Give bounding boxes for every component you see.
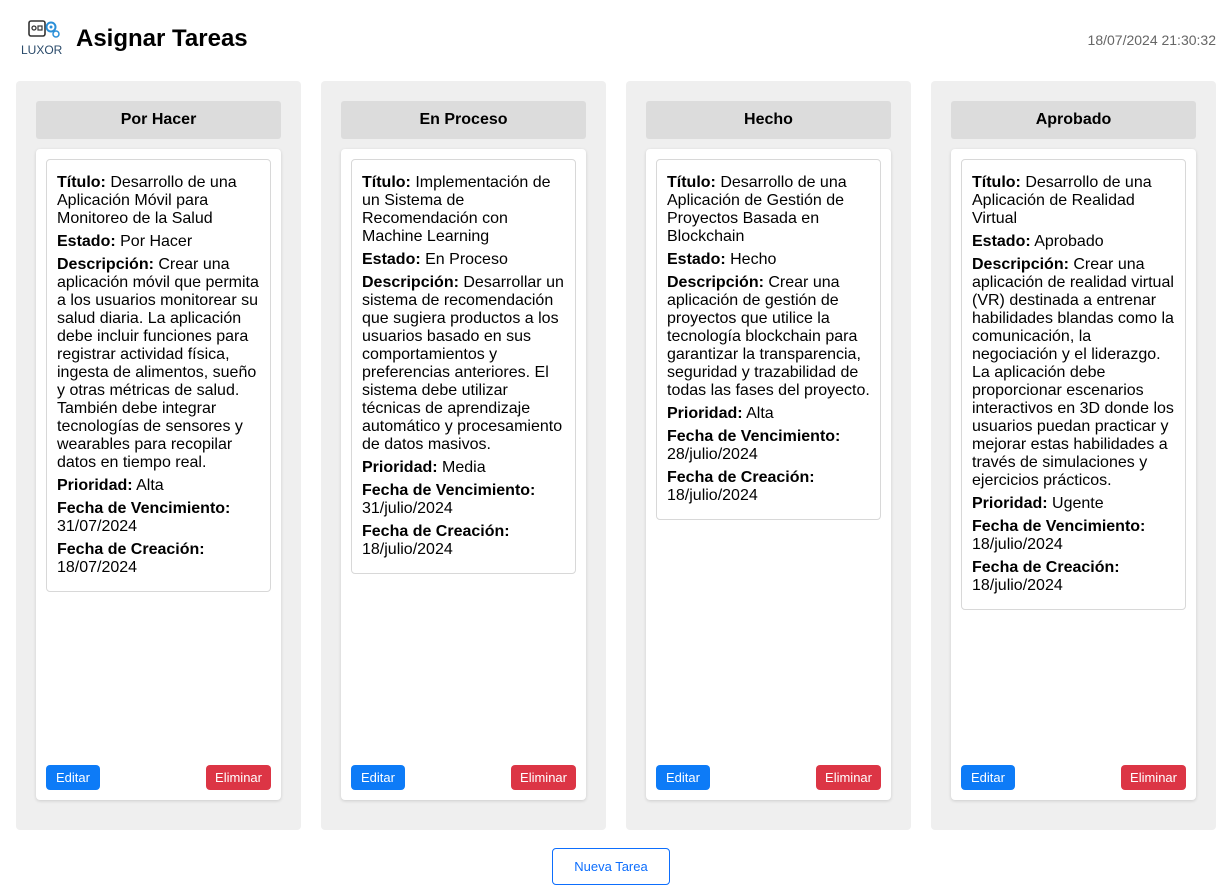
svg-text:LUXOR: LUXOR [21,43,63,57]
page-title: Asignar Tareas [76,25,248,52]
column-header: Aprobado [951,101,1196,139]
task-description: Descripción: Crear una aplicación de rea… [972,256,1174,489]
task-title: Título: Desarrollo de una Aplicación de … [972,174,1152,227]
edit-button[interactable]: Editar [656,765,710,790]
delete-button[interactable]: Eliminar [816,765,881,790]
task-priority: Prioridad: Ugente [972,495,1104,512]
task-description: Descripción: Crear una aplicación de ges… [667,274,870,399]
edit-button[interactable]: Editar [351,765,405,790]
column-hecho: Hecho Título: Desarrollo de una Aplicaci… [626,81,911,830]
task-priority: Prioridad: Media [362,459,486,476]
task-priority: Prioridad: Alta [667,405,774,422]
new-task-button[interactable]: Nueva Tarea [552,848,670,885]
task-status: Estado: Aprobado [972,233,1104,250]
task-card[interactable]: Título: Desarrollo de una Aplicación Móv… [46,159,271,592]
task-created-date: Fecha de Creación: 18/julio/2024 [972,559,1120,594]
column-en-proceso: En Proceso Título: Implementación de un … [321,81,606,830]
task-card[interactable]: Título: Desarrollo de una Aplicación de … [961,159,1186,610]
task-due-date: Fecha de Vencimiento: 31/julio/2024 [362,482,536,517]
column-por-hacer: Por Hacer Título: Desarrollo de una Apli… [16,81,301,830]
delete-button[interactable]: Eliminar [1121,765,1186,790]
task-due-date: Fecha de Vencimiento: 31/07/2024 [57,500,231,535]
luxor-logo: LUXOR [21,20,63,57]
task-title: Título: Desarrollo de una Aplicación de … [667,174,847,245]
task-due-date: Fecha de Vencimiento: 28/julio/2024 [667,428,841,463]
column-header: En Proceso [341,101,586,139]
task-priority: Prioridad: Alta [57,477,164,494]
delete-button[interactable]: Eliminar [206,765,271,790]
column-body: Título: Desarrollo de una Aplicación Móv… [36,149,281,800]
task-status: Estado: Por Hacer [57,233,193,250]
task-title: Título: Implementación de un Sistema de … [362,174,551,245]
task-status: Estado: En Proceso [362,251,508,268]
task-title: Título: Desarrollo de una Aplicación Móv… [57,174,237,227]
task-due-date: Fecha de Vencimiento: 18/julio/2024 [972,518,1146,553]
edit-button[interactable]: Editar [961,765,1015,790]
edit-button[interactable]: Editar [46,765,100,790]
task-card[interactable]: Título: Implementación de un Sistema de … [351,159,576,574]
task-created-date: Fecha de Creación: 18/07/2024 [57,541,205,576]
column-body: Título: Desarrollo de una Aplicación de … [951,149,1196,800]
task-description: Descripción: Crear una aplicación móvil … [57,256,259,471]
task-card[interactable]: Título: Desarrollo de una Aplicación de … [656,159,881,520]
column-header: Hecho [646,101,891,139]
task-created-date: Fecha de Creación: 18/julio/2024 [362,523,510,558]
column-header: Por Hacer [36,101,281,139]
task-created-date: Fecha de Creación: 18/julio/2024 [667,469,815,504]
column-body: Título: Implementación de un Sistema de … [341,149,586,800]
column-aprobado: Aprobado Título: Desarrollo de una Aplic… [931,81,1216,830]
datetime-display: 18/07/2024 21:30:32 [1087,32,1216,48]
page-header: LUXOR Asignar Tareas 18/07/2024 21:30:32 [0,0,1231,80]
delete-button[interactable]: Eliminar [511,765,576,790]
column-body: Título: Desarrollo de una Aplicación de … [646,149,891,800]
task-description: Descripción: Desarrollar un sistema de r… [362,274,564,453]
task-status: Estado: Hecho [667,251,777,268]
